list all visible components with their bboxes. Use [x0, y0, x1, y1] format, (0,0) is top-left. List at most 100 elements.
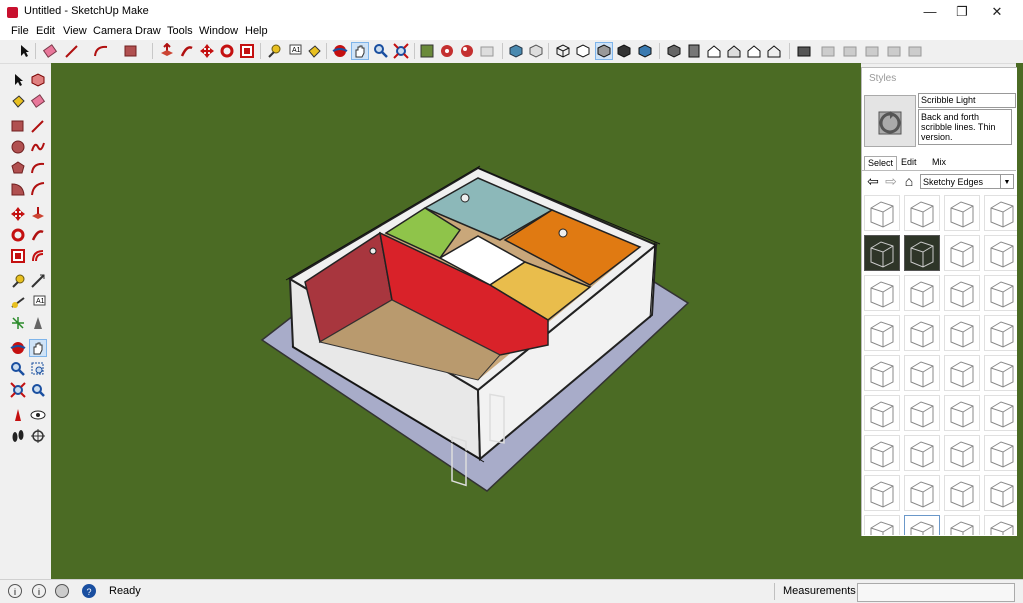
zoom-extents-tool-icon[interactable]: [393, 43, 409, 59]
zoom-window-tool-icon[interactable]: [30, 361, 46, 377]
tape-measure-tool-icon[interactable]: [266, 43, 282, 59]
style-description-field[interactable]: Back and forth scribble lines. Thin vers…: [918, 109, 1012, 145]
style-swatch[interactable]: [984, 195, 1017, 231]
style-swatch[interactable]: [944, 275, 980, 311]
section-plane-icon[interactable]: [796, 43, 812, 59]
zoom-tool-icon[interactable]: [10, 361, 26, 377]
left-view-icon[interactable]: [766, 43, 782, 59]
style-swatch[interactable]: [864, 275, 900, 311]
line-tool-icon[interactable]: [64, 43, 80, 59]
menu-file[interactable]: File: [11, 25, 29, 37]
solid-split-icon[interactable]: [907, 43, 923, 59]
style-swatch[interactable]: [944, 195, 980, 231]
style-swatch[interactable]: [944, 475, 980, 511]
style-swatch[interactable]: [864, 235, 900, 271]
solid-intersect-icon[interactable]: [864, 43, 880, 59]
wireframe-style-icon[interactable]: [555, 43, 571, 59]
dimension-tool-icon[interactable]: [30, 273, 46, 289]
freehand-tool-icon[interactable]: [30, 139, 46, 155]
style-swatch[interactable]: [984, 315, 1017, 351]
menu-edit[interactable]: Edit: [36, 25, 55, 37]
right-view-icon[interactable]: [726, 43, 742, 59]
menu-camera[interactable]: Camera: [93, 25, 132, 37]
follow-me-tool-icon[interactable]: [30, 227, 46, 243]
credits-icon[interactable]: i: [32, 584, 46, 598]
share-component-icon[interactable]: [459, 43, 475, 59]
style-swatch[interactable]: [864, 355, 900, 391]
zoom-extents-tool-icon[interactable]: [10, 382, 26, 398]
style-swatch[interactable]: [864, 315, 900, 351]
style-swatch[interactable]: [864, 195, 900, 231]
solid-union-icon[interactable]: [820, 43, 836, 59]
text-tool-icon[interactable]: A1: [30, 294, 46, 310]
polygon-tool-icon[interactable]: [10, 160, 26, 176]
style-name-field[interactable]: Scribble Light: [918, 93, 1016, 108]
3d-warehouse-icon[interactable]: [419, 43, 435, 59]
line-tool-icon[interactable]: [30, 118, 46, 134]
style-swatch[interactable]: [984, 275, 1017, 311]
pan-tool-icon[interactable]: [29, 339, 47, 357]
arc-tool-icon[interactable]: [30, 160, 46, 176]
position-camera-tool-icon[interactable]: [10, 407, 26, 423]
menu-view[interactable]: View: [63, 25, 87, 37]
back-view-icon[interactable]: [746, 43, 762, 59]
style-swatch[interactable]: [984, 235, 1017, 271]
front-view-icon[interactable]: [706, 43, 722, 59]
forward-arrow-icon[interactable]: ⇨: [884, 174, 898, 188]
measurements-input[interactable]: [857, 583, 1015, 602]
shaded-textures-style-icon[interactable]: [616, 43, 632, 59]
back-arrow-icon[interactable]: ⇦: [866, 174, 880, 188]
style-swatch[interactable]: [984, 435, 1017, 471]
solid-subtract-icon[interactable]: [842, 43, 858, 59]
style-swatch[interactable]: [904, 195, 940, 231]
home-icon[interactable]: ⌂: [902, 174, 916, 188]
hidden-line-style-icon[interactable]: [575, 43, 591, 59]
top-view-icon[interactable]: [686, 43, 702, 59]
user-icon[interactable]: [55, 584, 69, 598]
style-swatch[interactable]: [904, 235, 940, 271]
zoom-tool-icon[interactable]: [373, 43, 389, 59]
style-swatch[interactable]: [944, 355, 980, 391]
eraser-tool-icon[interactable]: [42, 43, 58, 59]
rotate-tool-icon[interactable]: [219, 43, 235, 59]
orbit-tool-icon[interactable]: [10, 340, 26, 356]
rotate-tool-icon[interactable]: [10, 227, 26, 243]
style-swatch[interactable]: [904, 275, 940, 311]
style-swatch[interactable]: [904, 315, 940, 351]
eraser-tool-icon[interactable]: [30, 93, 46, 109]
section-plane-tool-icon[interactable]: [30, 428, 46, 444]
xray-style-icon[interactable]: [508, 43, 524, 59]
3d-viewport[interactable]: [51, 63, 861, 579]
tape-measure-tool-icon[interactable]: [10, 273, 26, 289]
follow-me-tool-icon[interactable]: [179, 43, 195, 59]
style-swatch[interactable]: [864, 515, 900, 535]
extension-warehouse-icon[interactable]: [479, 43, 495, 59]
shaded-style-icon[interactable]: [595, 42, 613, 60]
back-edges-style-icon[interactable]: [528, 43, 544, 59]
text-tool-icon[interactable]: A1: [286, 43, 302, 59]
close-button[interactable]: ✕: [980, 0, 1014, 24]
menu-draw[interactable]: Draw: [135, 25, 161, 37]
style-swatch[interactable]: [864, 475, 900, 511]
style-swatch[interactable]: [944, 315, 980, 351]
style-swatch[interactable]: [984, 475, 1017, 511]
make-component-icon[interactable]: [30, 72, 46, 88]
arc-tool-icon[interactable]: [93, 43, 109, 59]
minimize-button[interactable]: —: [913, 0, 947, 24]
tab-edit[interactable]: Edit: [898, 156, 920, 169]
push-pull-tool-icon[interactable]: [30, 206, 46, 222]
move-tool-icon[interactable]: [10, 206, 26, 222]
menu-tools[interactable]: Tools: [167, 25, 193, 37]
style-swatch[interactable]: [864, 435, 900, 471]
style-thumbnail[interactable]: [864, 95, 916, 147]
menu-help[interactable]: Help: [245, 25, 268, 37]
style-swatch[interactable]: [984, 355, 1017, 391]
style-swatch[interactable]: [944, 395, 980, 431]
style-swatch[interactable]: [904, 355, 940, 391]
pie-tool-icon[interactable]: [10, 181, 26, 197]
iso-view-icon[interactable]: [666, 43, 682, 59]
style-swatch[interactable]: [904, 395, 940, 431]
rectangle-tool-icon[interactable]: [10, 118, 26, 134]
scale-tool-icon[interactable]: [239, 43, 255, 59]
paint-bucket-tool-icon[interactable]: [306, 43, 322, 59]
